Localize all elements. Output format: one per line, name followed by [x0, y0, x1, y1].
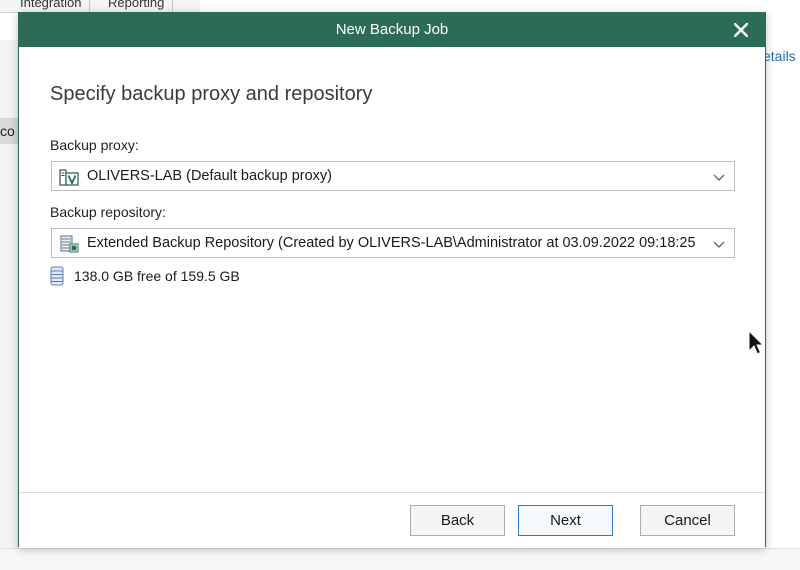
mouse-cursor-icon — [748, 330, 764, 355]
storage-icon — [50, 266, 64, 286]
proxy-server-icon — [59, 169, 79, 186]
dialog-titlebar[interactable]: New Backup Job — [19, 13, 765, 47]
free-space-text: 138.0 GB free of 159.5 GB — [74, 268, 240, 284]
details-link[interactable]: etails — [763, 48, 796, 64]
repository-icon — [60, 235, 79, 253]
backup-repository-select[interactable]: Extended Backup Repository (Created by O… — [51, 228, 735, 258]
backup-proxy-select[interactable]: OLIVERS-LAB (Default backup proxy) — [51, 161, 735, 191]
chevron-down-icon — [713, 241, 725, 248]
back-button[interactable]: Back — [410, 505, 505, 536]
chevron-down-icon — [713, 174, 725, 181]
dialog-content: Specify backup proxy and repository Back… — [19, 47, 765, 492]
backup-repository-value: Extended Backup Repository (Created by O… — [87, 235, 696, 251]
tab-integration[interactable]: Integration — [12, 0, 91, 12]
dialog-title: New Backup Job — [335, 21, 449, 38]
background-left-item[interactable]: co — [0, 118, 18, 144]
backup-proxy-value: OLIVERS-LAB (Default backup proxy) — [87, 168, 332, 184]
next-button[interactable]: Next — [518, 505, 613, 536]
background-status-bar — [0, 548, 800, 570]
close-icon — [734, 23, 748, 37]
backup-proxy-label: Backup proxy: — [50, 137, 139, 153]
tab-reporting[interactable]: Reporting — [100, 0, 174, 12]
backup-repository-label: Backup repository: — [50, 204, 166, 220]
page-heading: Specify backup proxy and repository — [50, 83, 373, 105]
new-backup-job-dialog: New Backup Job Specify backup proxy and … — [18, 12, 766, 548]
dialog-footer: Back Next Cancel — [19, 492, 765, 548]
cancel-button[interactable]: Cancel — [640, 505, 735, 536]
close-button[interactable] — [727, 16, 755, 44]
